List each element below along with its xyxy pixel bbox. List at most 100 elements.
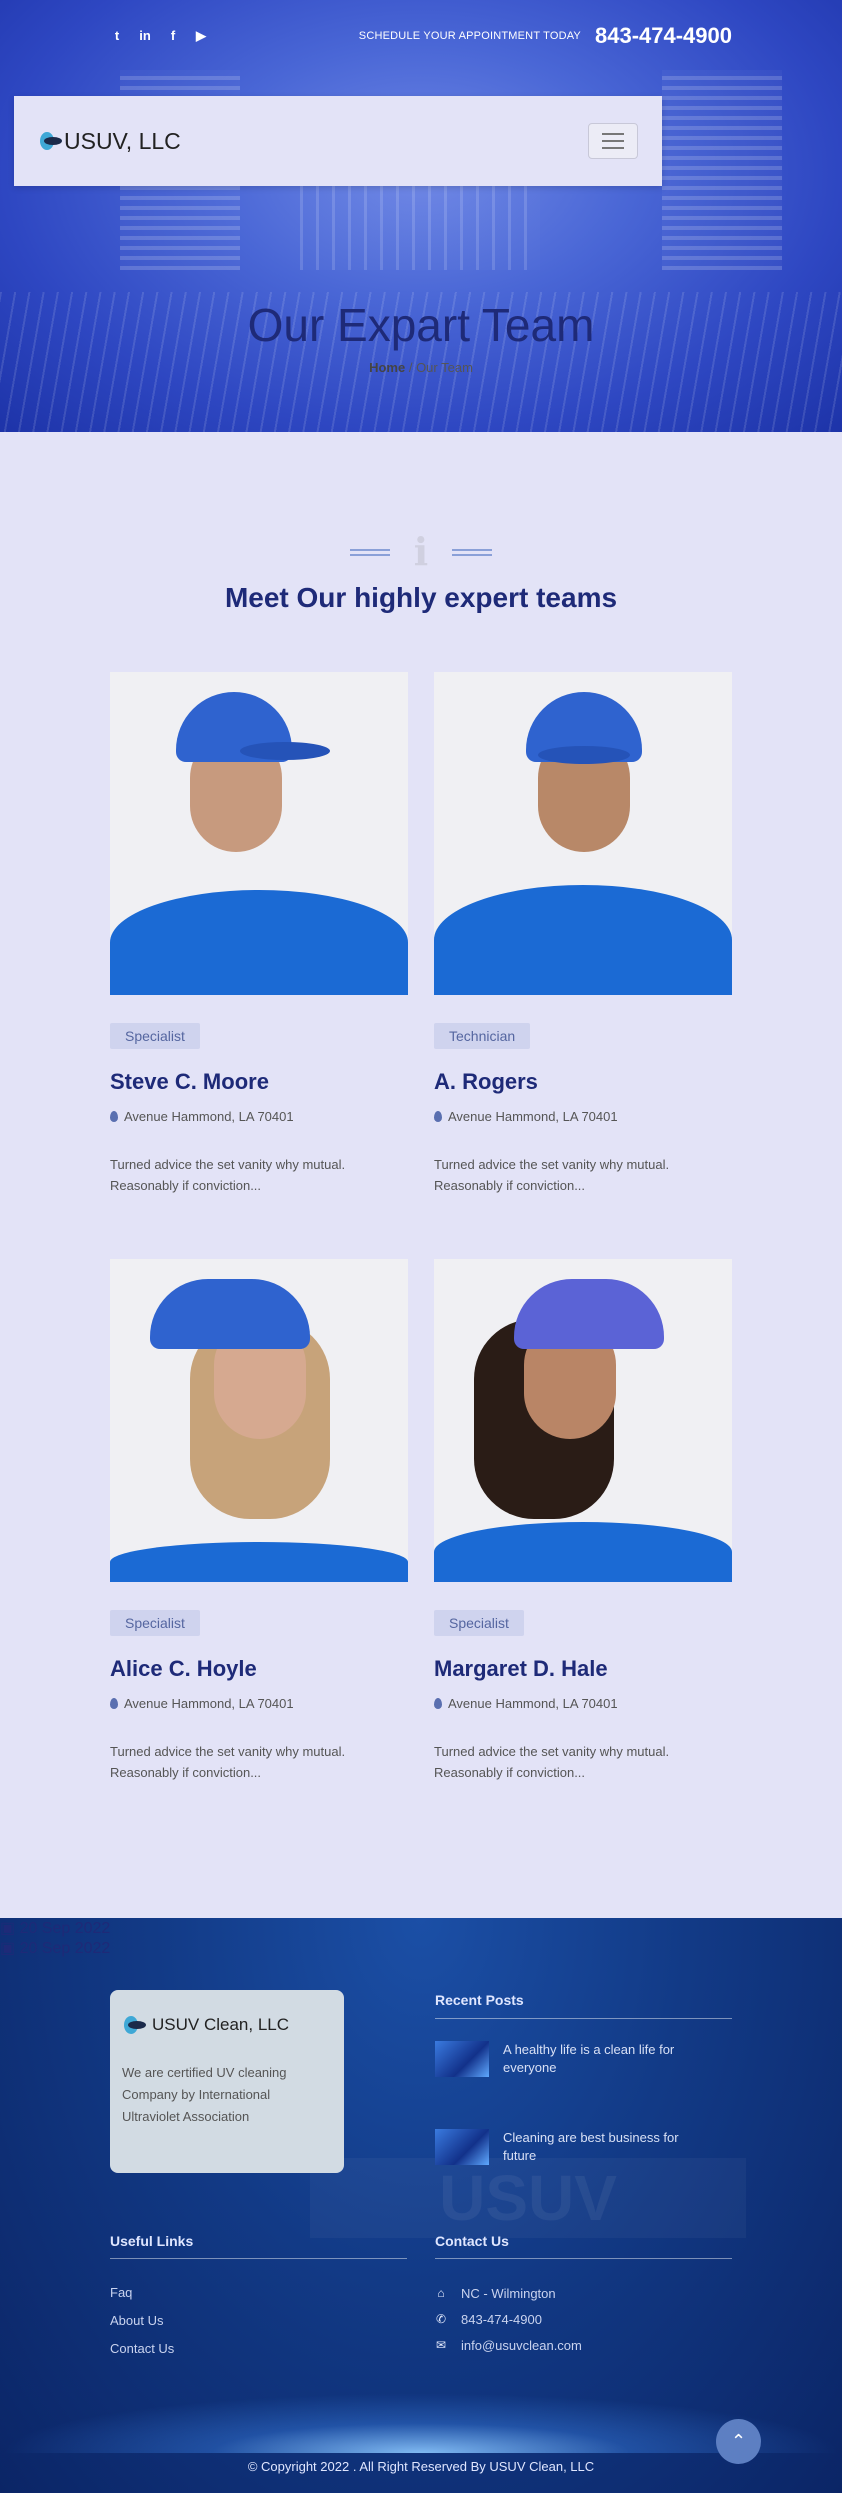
post-thumbnail[interactable]: [435, 2129, 489, 2165]
team-card: Technician A. Rogers Avenue Hammond, LA …: [434, 672, 732, 1259]
phone-icon: ✆: [435, 2312, 447, 2326]
team-section: i Meet Our highly expert teams Specialis…: [0, 432, 842, 1918]
site-footer: USUV USUV Clean, LLC We are certified UV…: [0, 1918, 842, 2493]
contact-phone[interactable]: ✆ 843-474-4900: [435, 2311, 582, 2327]
footer-logo-text: USUV Clean, LLC: [152, 2015, 290, 2034]
divider: [110, 2258, 407, 2259]
useful-links-title: Useful Links: [110, 2233, 194, 2249]
post-date: ▣ 20 Sep 2022: [0, 1940, 111, 1957]
chevron-up-icon: ⌃: [730, 2431, 747, 2451]
recent-post[interactable]: Cleaning are best business for future: [435, 2129, 735, 2165]
team-member-photo[interactable]: [110, 672, 408, 995]
site-logo[interactable]: USUV, LLC: [38, 128, 181, 155]
contact-title: Contact Us: [435, 2233, 509, 2249]
team-member-photo[interactable]: [110, 1259, 408, 1582]
schedule-text: SCHEDULE YOUR APPOINTMENT TODAY: [358, 30, 581, 42]
section-divider: i: [0, 532, 842, 572]
role-badge: Technician: [434, 1023, 531, 1049]
facebook-icon[interactable]: f: [166, 28, 180, 44]
member-address: Avenue Hammond, LA 70401: [110, 1696, 408, 1711]
home-icon: ⌂: [437, 2286, 445, 2300]
hamburger-menu-button[interactable]: [588, 123, 638, 159]
post-title[interactable]: Cleaning are best business for future: [503, 2129, 679, 2165]
hero-banner: t in f ▶ SCHEDULE YOUR APPOINTMENT TODAY…: [0, 0, 842, 432]
breadcrumb-current: / Our Team: [408, 360, 473, 375]
team-grid: Specialist Steve C. Moore Avenue Hammond…: [110, 672, 732, 1846]
section-title: Meet Our highly expert teams: [224, 582, 618, 613]
footer-logo[interactable]: USUV Clean, LLC: [122, 2014, 332, 2036]
youtube-icon[interactable]: ▶: [194, 28, 208, 44]
footer-link-about[interactable]: About Us: [110, 2313, 174, 2329]
description-line: Reasonably if conviction...: [110, 1178, 262, 1193]
map-pin-icon: [434, 1698, 442, 1709]
menu-icon: [602, 133, 624, 135]
linkedin-icon[interactable]: in: [138, 28, 152, 44]
footer-link-contact[interactable]: Contact Us: [110, 2341, 174, 2357]
member-name[interactable]: Steve C. Moore: [110, 1069, 408, 1095]
description-line: Reasonably if conviction...: [434, 1765, 586, 1780]
map-pin-icon: [110, 1698, 118, 1709]
description-line: Reasonably if conviction...: [110, 1765, 262, 1780]
divider: [435, 2258, 732, 2259]
member-description: Turned advice the set vanity why mutual.…: [110, 1154, 408, 1196]
footer-watermark: USUV: [310, 2158, 746, 2238]
footer-about: USUV Clean, LLC We are certified UV clea…: [110, 1990, 344, 2173]
email-icon: ✉: [435, 2338, 447, 2352]
team-card: Specialist Alice C. Hoyle Avenue Hammond…: [110, 1259, 408, 1846]
footer-link-faq[interactable]: Faq: [110, 2285, 174, 2301]
description-line: Turned advice the set vanity why mutual.: [110, 1157, 346, 1172]
role-badge: Specialist: [434, 1610, 524, 1636]
breadcrumb: Home / Our Team: [0, 360, 842, 375]
about-line: Ultraviolet Association: [122, 2109, 250, 2124]
role-badge: Specialist: [110, 1023, 200, 1049]
address-text: Avenue Hammond, LA 70401: [124, 1109, 294, 1124]
description-line: Turned advice the set vanity why mutual.: [110, 1744, 346, 1759]
recent-post[interactable]: A healthy life is a clean life for every…: [435, 2041, 735, 2077]
hero-background-panel: [662, 70, 782, 270]
divider-lines: [349, 548, 390, 556]
address-text: Avenue Hammond, LA 70401: [124, 1696, 294, 1711]
header-phone[interactable]: 843-474-4900: [595, 23, 732, 49]
copyright-text: © Copyright 2022 . All Right Reserved By…: [247, 2459, 595, 2474]
contact-location: ⌂ NC - Wilmington: [435, 2285, 582, 2301]
scroll-to-top-button[interactable]: ⌃: [716, 2419, 761, 2464]
post-date: ▣ 20 Sep 2022: [0, 1920, 111, 1937]
twitter-icon[interactable]: t: [110, 28, 124, 44]
recent-posts-title: Recent Posts: [435, 1992, 524, 2008]
member-address: Avenue Hammond, LA 70401: [110, 1109, 408, 1124]
contact-list: ⌂ NC - Wilmington ✆ 843-474-4900 ✉ info@usu…: [435, 2285, 582, 2363]
post-thumbnail[interactable]: [435, 2041, 489, 2077]
description-line: Reasonably if conviction...: [434, 1178, 586, 1193]
logo-text: USUV, LLC: [64, 127, 181, 154]
logo-icon: [38, 130, 62, 152]
map-pin-icon: [110, 1111, 118, 1122]
team-member-photo[interactable]: [434, 672, 732, 995]
divider-lines: [452, 548, 493, 556]
about-text: We are certified UV cleaning Company by …: [122, 2062, 332, 2128]
member-name[interactable]: Margaret D. Hale: [434, 1656, 732, 1682]
post-title[interactable]: A healthy life is a clean life for every…: [503, 2041, 674, 2077]
about-line: We are certified UV cleaning: [122, 2065, 287, 2080]
top-bar: t in f ▶ SCHEDULE YOUR APPOINTMENT TODAY…: [110, 23, 732, 49]
member-name[interactable]: A. Rogers: [434, 1069, 732, 1095]
address-text: Avenue Hammond, LA 70401: [448, 1109, 618, 1124]
contact-email[interactable]: ✉ info@usuvclean.com: [435, 2337, 582, 2353]
about-line: Company by International: [122, 2087, 271, 2102]
member-address: Avenue Hammond, LA 70401: [434, 1696, 732, 1711]
divider: [435, 2018, 732, 2019]
page-title: Our Expart Team: [247, 299, 595, 351]
navbar: USUV, LLC: [14, 96, 662, 186]
map-pin-icon: [434, 1111, 442, 1122]
member-address: Avenue Hammond, LA 70401: [434, 1109, 732, 1124]
team-card: Specialist Steve C. Moore Avenue Hammond…: [110, 672, 408, 1259]
member-name[interactable]: Alice C. Hoyle: [110, 1656, 408, 1682]
description-line: Turned advice the set vanity why mutual.: [434, 1744, 670, 1759]
member-description: Turned advice the set vanity why mutual.…: [434, 1154, 732, 1196]
address-text: Avenue Hammond, LA 70401: [448, 1696, 618, 1711]
member-description: Turned advice the set vanity why mutual.…: [434, 1741, 732, 1783]
member-description: Turned advice the set vanity why mutual.…: [110, 1741, 408, 1783]
role-badge: Specialist: [110, 1610, 200, 1636]
breadcrumb-home-link[interactable]: Home: [369, 360, 405, 375]
logo-icon: [122, 2014, 146, 2036]
team-member-photo[interactable]: [434, 1259, 732, 1582]
